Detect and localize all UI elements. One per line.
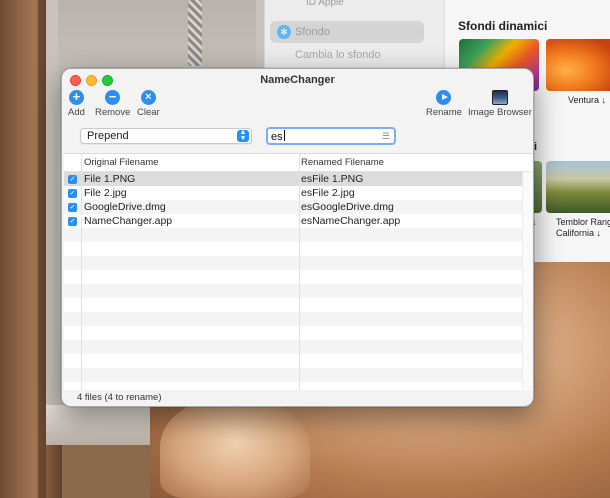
empty-row (64, 242, 532, 256)
empty-row (64, 298, 532, 312)
empty-row (64, 228, 532, 242)
column-header-renamed[interactable]: Renamed Filename (301, 157, 384, 168)
row-checkbox[interactable]: ✓ (68, 189, 77, 198)
column-divider[interactable] (299, 154, 300, 390)
original-filename: NameChanger.app (84, 215, 173, 227)
original-filename: File 1.PNG (84, 173, 136, 185)
empty-row (64, 284, 532, 298)
table-body: ✓ File 1.PNG esFile 1.PNG ✓ File 2.jpg e… (64, 172, 532, 390)
plus-icon: + (68, 90, 84, 105)
image-browser-button[interactable]: Image Browser (468, 90, 532, 118)
section-title: Sfondi dinamici (458, 19, 548, 33)
cut-off-text: i (534, 141, 538, 153)
file-table: Original Filename Renamed Filename ✓ Fil… (64, 153, 532, 390)
renamed-filename: esFile 2.jpg (301, 187, 355, 199)
search-input[interactable]: es ☰ (266, 127, 396, 145)
empty-row (64, 270, 532, 284)
add-button[interactable]: + Add (68, 90, 85, 119)
sidebar-item-sfondo[interactable] (270, 21, 424, 43)
table-row[interactable]: ✓ GoogleDrive.dmg esGoogleDrive.dmg (64, 200, 532, 214)
row-checkbox[interactable]: ✓ (68, 203, 77, 212)
empty-row (64, 368, 532, 382)
status-text: 4 files (4 to rename) (77, 392, 162, 403)
title-bar[interactable]: NameChanger (62, 69, 533, 89)
chevron-updown-icon: ▲ ▼ (237, 129, 249, 142)
empty-row (64, 256, 532, 270)
window-title: NameChanger (260, 74, 335, 86)
row-checkbox[interactable]: ✓ (68, 175, 77, 184)
wallpaper-thumb-ventura[interactable] (546, 39, 610, 91)
add-label: Add (68, 107, 85, 118)
image-browser-label: Image Browser (468, 107, 532, 118)
empty-row (64, 354, 532, 368)
table-row[interactable]: ✓ File 2.jpg esFile 2.jpg (64, 186, 532, 200)
renamed-filename: esGoogleDrive.dmg (301, 201, 394, 213)
background-cat-head (160, 395, 310, 498)
rename-button[interactable]: Rename (426, 90, 462, 118)
mode-select-value: Prepend (87, 130, 129, 142)
play-icon (436, 90, 452, 105)
wallpaper-label-ventura: Ventura ↓ (568, 95, 607, 105)
clear-label: Clear (137, 107, 160, 118)
row-checkbox[interactable]: ✓ (68, 217, 77, 226)
empty-row (64, 326, 532, 340)
rename-label: Rename (426, 107, 462, 118)
table-header: Original Filename Renamed Filename (64, 154, 532, 172)
wallpaper-thumb-temblor[interactable] (546, 161, 610, 213)
original-filename: File 2.jpg (84, 187, 127, 199)
sidebar-item-sfondo-label: Sfondo (295, 26, 330, 38)
minus-icon: − (105, 90, 121, 105)
remove-button[interactable]: − Remove (95, 90, 131, 119)
empty-row (64, 312, 532, 326)
column-divider (81, 154, 82, 390)
search-input-value: es (271, 130, 285, 143)
vertical-scrollbar[interactable] (522, 172, 532, 390)
original-filename: GoogleDrive.dmg (84, 201, 166, 213)
mode-select[interactable]: Prepend ▲ ▼ (80, 128, 252, 144)
table-row[interactable]: ✓ File 1.PNG esFile 1.PNG (64, 172, 532, 186)
sidebar-subtitle: Cambia lo sfondo (295, 49, 381, 61)
empty-row (64, 382, 532, 390)
table-row[interactable]: ✓ NameChanger.app esNameChanger.app (64, 214, 532, 228)
image-browser-icon (491, 90, 508, 105)
namechanger-window: NameChanger + Add − Remove × Clear Renam… (61, 68, 534, 407)
background-rope (188, 0, 202, 66)
renamed-filename: esFile 1.PNG (301, 173, 364, 185)
apple-id-label: ID Apple (306, 0, 344, 8)
clear-button[interactable]: × Clear (137, 90, 160, 118)
clear-x-icon: × (140, 90, 156, 105)
wallpaper-icon: ✻ (277, 25, 291, 39)
remove-label: Remove (95, 107, 131, 118)
wallpaper-label-temblor: Temblor Range California ↓ (556, 217, 610, 238)
list-icon[interactable]: ☰ (382, 131, 390, 142)
renamed-filename: esNameChanger.app (301, 215, 401, 227)
empty-row (64, 340, 532, 354)
column-header-original[interactable]: Original Filename (84, 157, 158, 168)
